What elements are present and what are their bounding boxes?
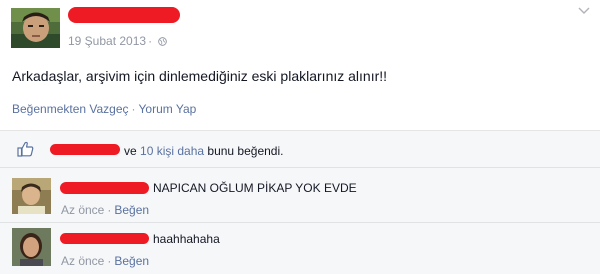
likes-summary: ve 10 kişi daha bunu beğendi. — [124, 144, 283, 158]
likes-count-link[interactable]: 10 kişi daha — [140, 144, 204, 158]
redacted-liker-name[interactable] — [50, 144, 120, 155]
commenter-avatar[interactable] — [12, 178, 51, 214]
post-date[interactable]: 19 Şubat 2013 — [68, 34, 146, 48]
comment-time[interactable]: Az önce — [61, 203, 104, 217]
comment-time[interactable]: Az önce — [61, 254, 104, 268]
redacted-commenter-name[interactable] — [60, 182, 149, 194]
facebook-post: 19 Şubat 2013 · Arkadaşlar, arşivim için … — [0, 0, 600, 274]
comment-text: NAPICAN OĞLUM PİKAP YOK EVDE — [153, 181, 357, 195]
chevron-down-icon[interactable] — [577, 5, 591, 17]
divider — [0, 222, 600, 223]
commenter-avatar[interactable] — [12, 228, 51, 266]
post-actions: Beğenmekten Vazgeç · Yorum Yap — [12, 102, 196, 116]
comment-meta: Az önce · Beğen — [61, 203, 149, 217]
comment-like-link[interactable]: Beğen — [114, 203, 149, 217]
comment-text: haahhahaha — [153, 232, 220, 246]
comment-separator: · — [107, 203, 112, 217]
comment-meta: Az önce · Beğen — [61, 254, 149, 268]
author-avatar[interactable] — [11, 8, 60, 48]
comment-like-link[interactable]: Beğen — [114, 254, 149, 268]
action-separator: · — [131, 102, 136, 116]
post-meta: 19 Şubat 2013 · — [68, 34, 168, 48]
redacted-commenter-name[interactable] — [60, 233, 149, 244]
likes-connector: ve — [124, 144, 141, 158]
meta-separator: · — [148, 34, 153, 48]
redacted-author-name[interactable] — [68, 7, 180, 23]
unlike-link[interactable]: Beğenmekten Vazgeç — [12, 102, 129, 116]
likes-suffix: bunu beğendi. — [204, 144, 284, 158]
globe-icon[interactable] — [158, 37, 168, 46]
thumbs-up-icon — [17, 141, 34, 157]
comment-link[interactable]: Yorum Yap — [139, 102, 197, 116]
post-text: Arkadaşlar, arşivim için dinlemediğiniz … — [12, 68, 388, 84]
comment-separator: · — [107, 254, 112, 268]
